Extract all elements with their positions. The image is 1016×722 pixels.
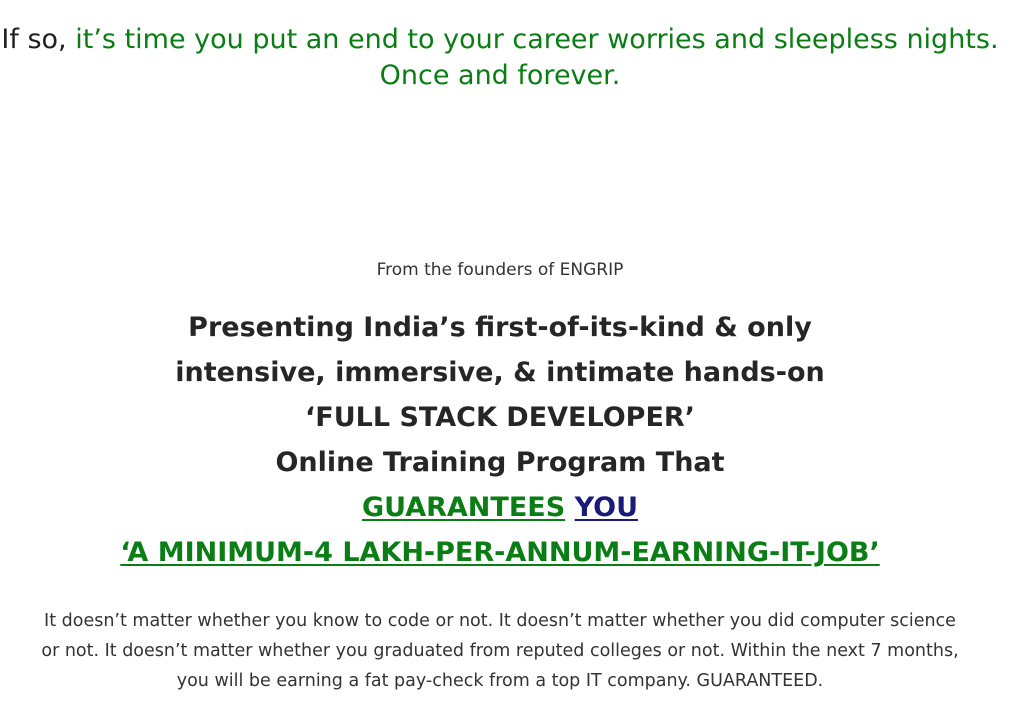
you-link[interactable]: YOU [575,492,638,523]
headline-line-3: ‘FULL STACK DEVELOPER’ [305,402,695,433]
headline-line-4: Online Training Program That [275,447,725,478]
description-paragraph: It doesn’t matter whether you know to co… [41,611,959,691]
headline-line-1: Presenting India’s first-of-its-kind & o… [188,312,812,343]
intro-heading: If so, it’s time you put an end to your … [0,22,1000,94]
intro-lead-text: If so, [1,24,76,55]
guarantee-line: GUARANTEES YOU [0,485,1000,530]
program-headline: Presenting India’s first-of-its-kind & o… [0,305,1000,575]
headline-line-2: intensive, immersive, & intimate hands-o… [175,357,825,388]
guarantees-link[interactable]: GUARANTEES [362,492,565,523]
founders-line: From the founders of ENGRIP [376,260,624,280]
intro-highlight-text: it’s time you put an end to your career … [75,24,999,91]
job-guarantee-link[interactable]: ‘A MINIMUM-4 LAKH-PER-ANNUM-EARNING-IT-J… [120,537,879,568]
job-line: ‘A MINIMUM-4 LAKH-PER-ANNUM-EARNING-IT-J… [0,530,1000,575]
